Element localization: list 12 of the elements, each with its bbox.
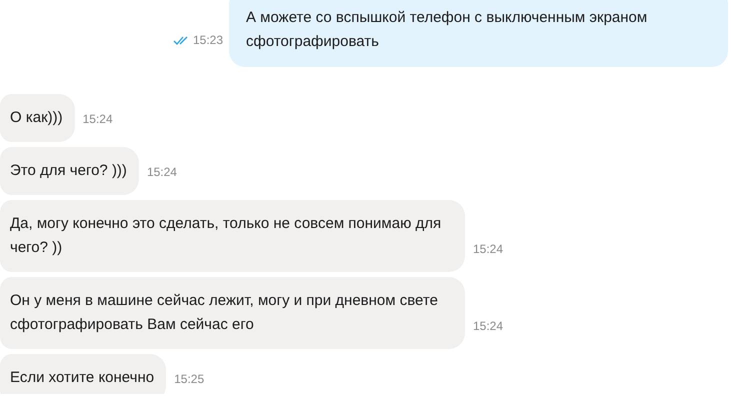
message-time: 15:24 [146, 164, 177, 181]
message-time: 15:25 [174, 371, 204, 388]
incoming-message-bubble: О как))) [0, 94, 75, 142]
incoming-message-bubble: Да, могу конечно это сделать, только не совсем понимаю для чего? )) [0, 200, 465, 272]
incoming-message-bubble: Он у меня в машине сейчас лежит, могу и при дневном свете сфотографировать Вам сейчас его [0, 277, 465, 349]
message-time: 15:24 [82, 111, 113, 128]
outgoing-message-bubble: А можете со вспышкой телефон с выключенным экраном сфотографировать [229, 0, 728, 67]
message-time: 15:23 [192, 32, 223, 49]
message-time: 15:24 [473, 241, 504, 258]
incoming-message-bubble: Это для чего? ))) [0, 147, 139, 195]
incoming-message-bubble: Если хотите конечно [0, 354, 166, 394]
message-time: 15:24 [473, 318, 504, 335]
